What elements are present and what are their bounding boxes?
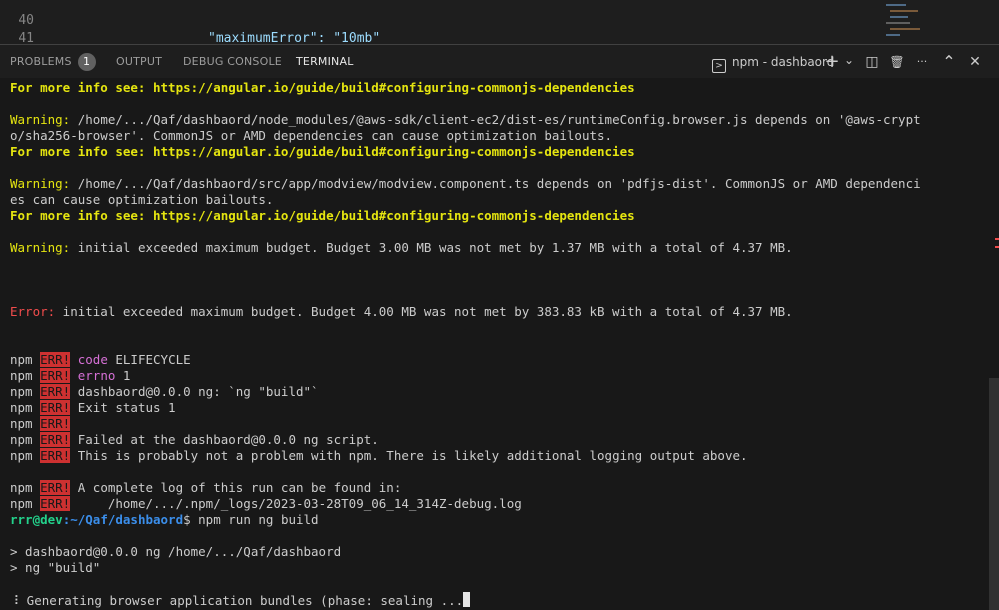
terminal-line: npm ERR! bbox=[10, 416, 71, 431]
editor-line: 42 { bbox=[0, 30, 880, 44]
new-terminal-icon[interactable]: + bbox=[823, 53, 841, 71]
terminal-line: For more info see: https://angular.io/gu… bbox=[10, 144, 635, 159]
terminal-line: npm ERR! Exit status 1 bbox=[10, 400, 176, 415]
terminal-line: npm ERR! errno 1 bbox=[10, 368, 131, 383]
terminal-line: npm ERR! This is probably not a problem … bbox=[10, 448, 748, 463]
tab-debug-console[interactable]: DEBUG CONSOLE bbox=[183, 45, 282, 78]
close-panel-icon[interactable]: ✕ bbox=[966, 53, 984, 71]
terminal-line: For more info see: https://angular.io/gu… bbox=[10, 208, 635, 223]
terminal-line: Warning: initial exceeded maximum budget… bbox=[10, 240, 793, 255]
tab-terminal[interactable]: TERMINAL bbox=[296, 45, 354, 79]
more-actions-icon[interactable]: ··· bbox=[913, 53, 931, 71]
terminal-line: Warning: /home/.../Qaf/dashbaord/node_mo… bbox=[10, 112, 921, 127]
problems-count-badge: 1 bbox=[77, 53, 96, 71]
terminal-line: For more info see: https://angular.io/gu… bbox=[10, 80, 635, 95]
maximize-panel-icon[interactable]: ⌃ bbox=[940, 53, 958, 71]
terminal-line: > dashbaord@0.0.0 ng /home/.../Qaf/dashb… bbox=[10, 544, 342, 559]
code-editor[interactable]: 40 "maximumError": "10mb" 41 }, 42 { bbox=[0, 0, 999, 44]
editor-line: 41 }, bbox=[0, 12, 880, 44]
terminal-prompt-line: rrr@dev:~/Qaf/dashbaord$ npm run ng buil… bbox=[10, 512, 319, 527]
terminal-line: npm ERR! code ELIFECYCLE bbox=[10, 352, 191, 367]
terminal-line: Warning: /home/.../Qaf/dashbaord/src/app… bbox=[10, 176, 921, 191]
terminal-selector[interactable]: > npm - dashbaord bbox=[712, 54, 835, 73]
tab-problems[interactable]: PROBLEMS 1 bbox=[10, 45, 96, 78]
terminal-cursor bbox=[463, 592, 471, 607]
tab-label: PROBLEMS bbox=[10, 55, 72, 68]
terminal-line: npm ERR! A complete log of this run can … bbox=[10, 480, 402, 495]
terminal-line: > ng "build" bbox=[10, 560, 101, 575]
terminal-icon: > bbox=[712, 59, 726, 73]
terminal-scrollbar[interactable] bbox=[989, 378, 999, 610]
chevron-down-icon[interactable]: ⌄ bbox=[840, 51, 858, 69]
terminal-line: npm ERR! /home/.../.npm/_logs/2023-03-28… bbox=[10, 496, 522, 511]
terminal-line: o/sha256-browser'. CommonJS or AMD depen… bbox=[10, 128, 613, 143]
terminal-line: es can cause optimization bailouts. bbox=[10, 192, 274, 207]
minimap[interactable] bbox=[880, 0, 940, 44]
scrollbar-error-marker bbox=[995, 238, 999, 240]
tab-output[interactable]: OUTPUT bbox=[116, 45, 162, 78]
terminal-line: npm ERR! Failed at the dashbaord@0.0.0 n… bbox=[10, 432, 379, 447]
trash-icon[interactable]: 🗑 bbox=[888, 53, 906, 71]
scrollbar-error-marker bbox=[995, 246, 999, 248]
terminal-line: ⠸ Generating browser application bundles… bbox=[10, 592, 471, 608]
editor-line: 40 "maximumError": "10mb" bbox=[0, 0, 880, 44]
terminal-line: Error: initial exceeded maximum budget. … bbox=[10, 304, 793, 319]
terminal-output[interactable]: For more info see: https://angular.io/gu… bbox=[0, 78, 999, 610]
terminal-line: npm ERR! dashbaord@0.0.0 ng: `ng "build"… bbox=[10, 384, 319, 399]
split-terminal-icon[interactable]: ◫ bbox=[863, 53, 881, 71]
terminal-name: npm - dashbaord bbox=[732, 55, 835, 69]
panel-tab-bar: PROBLEMS 1 OUTPUT DEBUG CONSOLE TERMINAL … bbox=[0, 44, 999, 79]
